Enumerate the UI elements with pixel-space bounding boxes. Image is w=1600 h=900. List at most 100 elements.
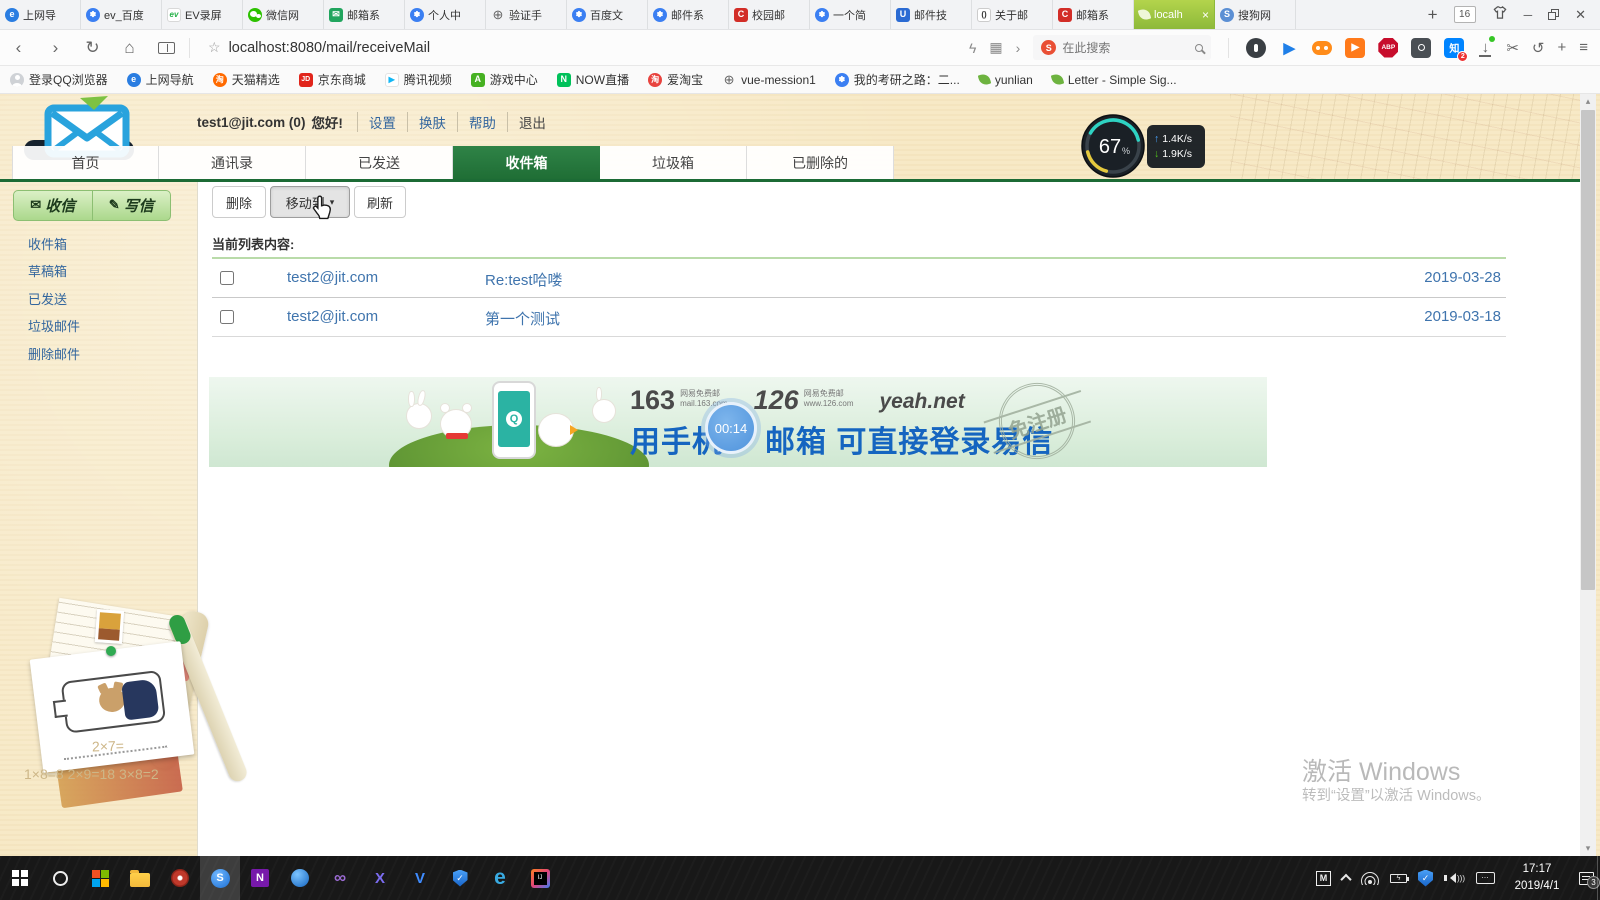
sidebar-item-inbox[interactable]: 收件箱 [28, 234, 67, 253]
bookmark-tencent-video[interactable]: ▶腾讯视频 [385, 71, 452, 88]
zhihu-extension-icon[interactable]: 知2 [1444, 38, 1464, 58]
tab-10[interactable]: C校园邮 [729, 0, 810, 29]
logout-link[interactable]: 退出 [507, 112, 557, 132]
tab-7[interactable]: ⊕验证手 [486, 0, 567, 29]
file-explorer-button[interactable] [120, 856, 160, 900]
home-icon[interactable]: ⌂ [111, 38, 148, 58]
sidebar-item-junk[interactable]: 垃圾邮件 [28, 316, 80, 335]
write-mail-button[interactable]: ✎写信 [93, 191, 171, 220]
qr-code-icon[interactable]: ▦ [989, 39, 1002, 56]
tab-14[interactable]: C邮箱系 [1053, 0, 1134, 29]
app-v-button[interactable]: V [400, 856, 440, 900]
game-center-icon[interactable] [1312, 41, 1332, 55]
receive-mail-button[interactable]: ✉收信 [14, 191, 93, 220]
sidebar-item-drafts[interactable]: 草稿箱 [28, 261, 67, 280]
screen-record-icon[interactable]: ▶ [1345, 38, 1365, 58]
video-play-extension-icon[interactable]: ▶ [1279, 38, 1299, 58]
minimize-button[interactable]: ─ [1524, 8, 1533, 22]
touch-keyboard-icon[interactable]: ⋯ [1476, 872, 1495, 884]
start-button[interactable] [0, 856, 40, 900]
subject-link[interactable]: Re:test哈喽 [485, 269, 563, 290]
page-scrollbar[interactable]: ▴ ▾ [1580, 94, 1596, 856]
new-tab-button[interactable]: + [1428, 5, 1438, 25]
m-app-tray-icon[interactable]: M [1316, 871, 1331, 886]
screenshot-camera-icon[interactable] [1411, 38, 1431, 58]
intellij-button[interactable]: IJ [520, 856, 560, 900]
add-toolbar-icon[interactable]: + [1557, 39, 1566, 56]
nav-contacts[interactable]: 通讯录 [159, 146, 306, 179]
tab-6[interactable]: ✽个人中 [405, 0, 486, 29]
app-x-button[interactable]: X [360, 856, 400, 900]
search-input[interactable] [1062, 41, 1172, 55]
tab-1[interactable]: e上网导 [0, 0, 81, 29]
cortana-search-button[interactable] [40, 856, 80, 900]
sender-link[interactable]: test2@jit.com [287, 308, 378, 325]
nav-sent[interactable]: 已发送 [306, 146, 453, 179]
scroll-down-arrow[interactable]: ▾ [1580, 841, 1596, 856]
sidebar-item-sent[interactable]: 已发送 [28, 289, 67, 308]
back-icon[interactable]: ‹ [0, 38, 37, 58]
bookmark-navigator[interactable]: e上网导航 [127, 71, 194, 88]
visual-studio-button[interactable]: ∞ [320, 856, 360, 900]
bookmark-letter[interactable]: Letter - Simple Sig... [1052, 73, 1177, 87]
tab-5[interactable]: ✉邮箱系 [324, 0, 405, 29]
mail-row-1[interactable]: test2@jit.com Re:test哈喽 2019-03-28 [212, 260, 1506, 298]
nav-inbox-active[interactable]: 收件箱 [453, 146, 600, 179]
pc-manager-tray-icon[interactable]: ✓ [1418, 870, 1433, 887]
wifi-icon[interactable] [1361, 872, 1379, 885]
tab-4[interactable]: 微信网 [243, 0, 324, 29]
tab-8[interactable]: ✽百度文 [567, 0, 648, 29]
bookmark-star-icon[interactable]: ☆ [208, 39, 221, 56]
restore-button[interactable] [1548, 9, 1559, 20]
flash-icon[interactable]: ϟ [969, 40, 976, 56]
help-link[interactable]: 帮助 [457, 112, 507, 132]
tray-expand-chevron-icon[interactable] [1340, 874, 1351, 885]
bookmark-aitaobao[interactable]: 淘爱淘宝 [648, 71, 703, 88]
bookmark-jd[interactable]: JD京东商城 [299, 71, 366, 88]
sender-link[interactable]: test2@jit.com [287, 269, 378, 286]
scrollbar-thumb[interactable] [1581, 110, 1595, 590]
tab-12[interactable]: U邮件技 [891, 0, 972, 29]
address-bar[interactable]: localhost:8080/mail/receiveMail [229, 40, 431, 56]
bookmark-vue-mession[interactable]: ⊕vue-mession1 [722, 73, 816, 87]
menu-hamburger-icon[interactable]: ≡ [1579, 39, 1588, 56]
bookmark-qq-login[interactable]: 登录QQ浏览器 [10, 71, 108, 88]
bookmark-now-live[interactable]: NNOW直播 [557, 71, 629, 88]
taskbar-clock[interactable]: 17:172019/4/1 [1506, 861, 1568, 894]
skin-tshirt-icon[interactable] [1492, 5, 1508, 25]
sidebar-item-deleted[interactable]: 删除邮件 [28, 344, 80, 363]
browser-sphere-button[interactable] [280, 856, 320, 900]
refresh-icon[interactable]: ↻ [74, 38, 111, 58]
tab-13[interactable]: ()关于邮 [972, 0, 1053, 29]
speed-monitor-widget[interactable]: 67 % [1081, 114, 1145, 178]
tab-active-localhost[interactable]: localh× [1134, 0, 1215, 29]
search-magnifier-icon[interactable] [1195, 44, 1203, 52]
mail-row-2[interactable]: test2@jit.com 第一个测试 2019-03-18 [212, 299, 1506, 337]
row-checkbox[interactable] [220, 271, 234, 285]
quick-search-box[interactable]: S [1033, 35, 1211, 60]
sogou-browser-button-active[interactable]: S [200, 856, 240, 900]
settings-link[interactable]: 设置 [357, 112, 407, 132]
nav-deleted[interactable]: 已删除的 [747, 146, 894, 179]
battery-charging-icon[interactable]: ϟ [1390, 874, 1407, 883]
pc-manager-button[interactable]: ✓ [440, 856, 480, 900]
scissors-clip-icon[interactable]: ✂ [1506, 39, 1519, 57]
bookmark-game-center[interactable]: A游戏中心 [471, 71, 538, 88]
forward-icon[interactable]: › [37, 38, 74, 58]
skin-link[interactable]: 换肤 [407, 112, 457, 132]
undo-history-icon[interactable]: ↺ [1532, 39, 1545, 57]
tab-9[interactable]: ✽邮件系 [648, 0, 729, 29]
nav-junk[interactable]: 垃圾箱 [600, 146, 747, 179]
media-app-button[interactable] [160, 856, 200, 900]
refresh-button[interactable]: 刷新 [354, 186, 406, 218]
subject-link[interactable]: 第一个测试 [485, 308, 560, 329]
bookmark-kaoyan[interactable]: ✽我的考研之路：二... [835, 71, 960, 88]
volume-icon[interactable]: ))) [1444, 873, 1465, 883]
delete-button[interactable]: 删除 [212, 186, 266, 218]
row-checkbox[interactable] [220, 310, 234, 324]
voice-extension-icon[interactable] [1246, 38, 1266, 58]
expand-chevron-icon[interactable]: › [1016, 40, 1021, 56]
scroll-up-arrow[interactable]: ▴ [1580, 94, 1596, 109]
bookmark-tmall[interactable]: 淘天猫精选 [213, 71, 280, 88]
tab-16[interactable]: S搜狗网 [1215, 0, 1296, 29]
